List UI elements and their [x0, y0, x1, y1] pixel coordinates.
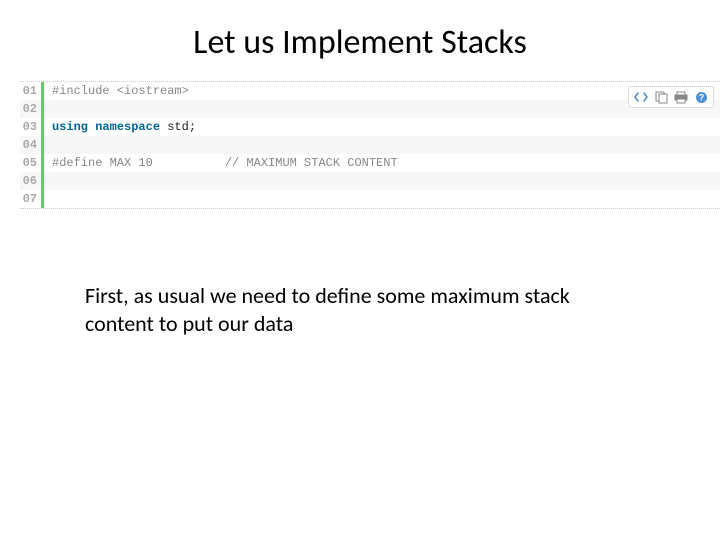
line-number: 07 [20, 190, 44, 208]
code-content: #define MAX 10 // MAXIMUM STACK CONTENT [44, 154, 398, 172]
slide-title: Let us Implement Stacks [0, 0, 720, 81]
code-content: using namespace std; [44, 118, 196, 136]
code-content [44, 172, 52, 190]
line-number: 06 [20, 172, 44, 190]
line-number: 01 [20, 82, 44, 100]
line-number: 04 [20, 136, 44, 154]
code-line: 02 [20, 100, 720, 118]
line-number: 05 [20, 154, 44, 172]
code-content [44, 136, 52, 154]
slide-caption: First, as usual we need to define some m… [85, 282, 615, 337]
code-line: 01#include <iostream> [20, 82, 720, 100]
help-icon[interactable]: ? [693, 89, 709, 105]
line-number: 02 [20, 100, 44, 118]
code-line: 07 [20, 190, 720, 208]
code-line: 03using namespace std; [20, 118, 720, 136]
code-content: #include <iostream> [44, 82, 189, 100]
copy-icon[interactable] [653, 89, 669, 105]
code-content [44, 100, 52, 118]
code-toolbar: ? [628, 86, 714, 108]
svg-text:?: ? [698, 92, 704, 102]
view-source-icon[interactable] [633, 89, 649, 105]
code-line: 06 [20, 172, 720, 190]
code-line: 05#define MAX 10 // MAXIMUM STACK CONTEN… [20, 154, 720, 172]
code-line: 04 [20, 136, 720, 154]
line-number: 03 [20, 118, 44, 136]
code-content [44, 190, 52, 208]
print-icon[interactable] [673, 89, 689, 105]
code-block: ? 01#include <iostream>0203using namespa… [20, 81, 720, 209]
